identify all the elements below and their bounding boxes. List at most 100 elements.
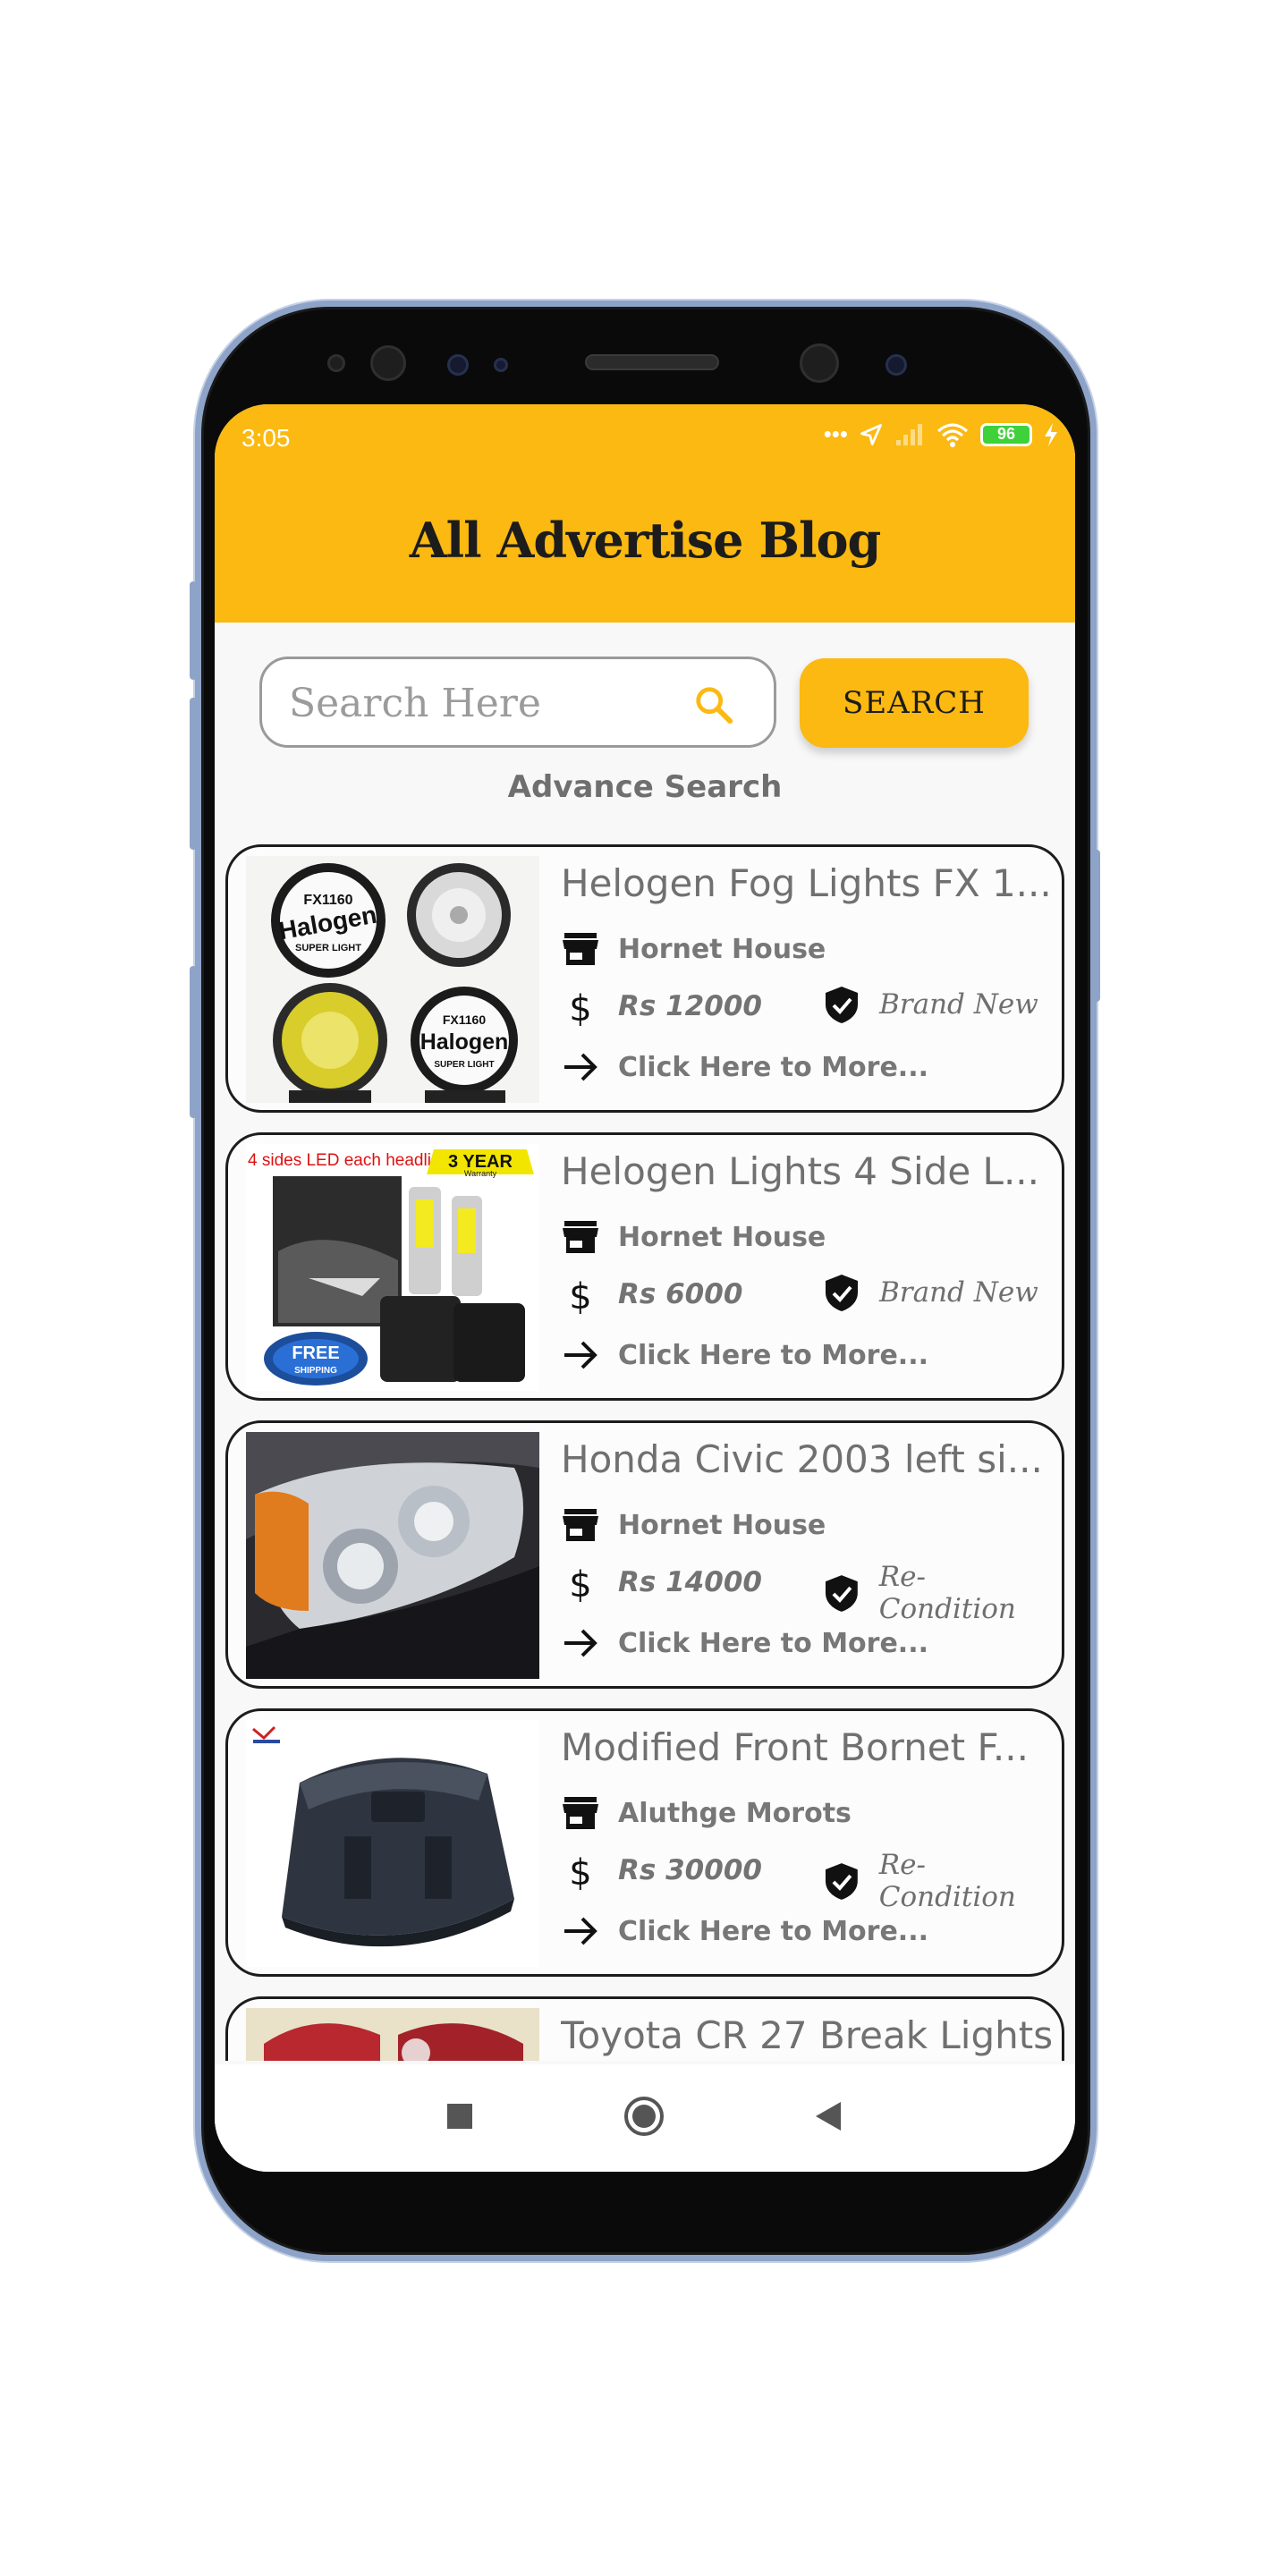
dollar-icon: $ (569, 1852, 591, 1890)
dollar-icon: $ (569, 1564, 591, 1602)
advance-search-link[interactable]: Advance Search (215, 769, 1075, 805)
search-icon[interactable] (693, 684, 734, 725)
phone-side-button (190, 966, 197, 1118)
more-link[interactable]: Click Here to More... (618, 1052, 928, 1083)
ad-card[interactable]: 4 sides LED each headlight 3 YEAR Warran… (225, 1132, 1064, 1401)
arrow-right-icon (564, 1341, 597, 1369)
price-row: $ Rs 14000 (561, 1563, 762, 1602)
ad-condition: Re-Condition (878, 1561, 1016, 1625)
svg-text:$: $ (569, 1852, 591, 1890)
square-recents-icon[interactable] (433, 2089, 487, 2143)
arrow-right-icon (564, 1917, 597, 1945)
ad-card[interactable]: Toyota CR 27 Break Lights (225, 1996, 1064, 2061)
shop-name: Hornet House (618, 1509, 826, 1541)
more-link[interactable]: Click Here to More... (618, 1628, 928, 1659)
svg-text:$: $ (569, 1564, 591, 1602)
page-title: All Advertise Blog (409, 512, 882, 569)
more-link[interactable]: Click Here to More... (618, 1340, 928, 1371)
thumb-text: FX1160 (443, 1013, 486, 1027)
dollar-icon: $ (569, 988, 591, 1026)
ad-title[interactable]: Helogen Fog Lights FX 1... (561, 861, 1051, 905)
phone-sensor (327, 354, 345, 372)
ad-price: Rs 14000 (618, 1566, 762, 1598)
phone-sensor (886, 354, 907, 376)
condition-row: Brand New (822, 985, 1038, 1024)
wifi-icon (936, 422, 969, 447)
arrow-right-icon (564, 1053, 597, 1081)
ad-condition: Brand New (879, 988, 1038, 1021)
thumb-text: Warranty (464, 1169, 497, 1178)
ad-thumbnail (246, 1432, 539, 1679)
ad-condition: Brand New (879, 1276, 1038, 1309)
more-link[interactable]: Click Here to More... (618, 1916, 928, 1947)
ad-title[interactable]: Honda Civic 2003 left si... (561, 1437, 1051, 1481)
signal-icon (896, 423, 922, 445)
shop-name: Hornet House (618, 933, 826, 965)
price-row: $ Rs 12000 (561, 987, 762, 1026)
thumb-text: FREE (292, 1343, 339, 1363)
condition-row: Brand New (822, 1273, 1038, 1312)
charging-bolt-icon (1045, 422, 1057, 446)
ad-thumbnail: FX1160 Halogen SUPER LIGHT FX1160 Haloge… (246, 856, 539, 1103)
ad-title[interactable]: Modified Front Bornet F... (561, 1725, 1051, 1769)
ad-card[interactable]: Honda Civic 2003 left si... Hornet House… (225, 1420, 1064, 1689)
dollar-icon: $ (569, 1276, 591, 1314)
store-icon (563, 933, 598, 965)
condition-row: Re-Condition (822, 1849, 1062, 1913)
svg-text:$: $ (569, 988, 591, 1026)
ad-card[interactable]: FX1160 Halogen SUPER LIGHT FX1160 Haloge… (225, 844, 1064, 1113)
phone-sensor (447, 354, 469, 376)
ad-price: Rs 12000 (618, 990, 762, 1022)
condition-row: Re-Condition (822, 1561, 1062, 1625)
store-icon (563, 1509, 598, 1541)
shop-name: Aluthge Morots (618, 1797, 852, 1829)
thumb-text: Halogen (420, 1030, 509, 1055)
ad-thumbnail: 4 sides LED each headlight 3 YEAR Warran… (246, 1144, 539, 1391)
ad-list[interactable]: FX1160 Halogen SUPER LIGHT FX1160 Haloge… (225, 844, 1064, 2061)
ad-thumbnail (246, 1720, 539, 1967)
shop-row: Aluthge Morots (561, 1793, 852, 1833)
status-icons: ••• 96 (824, 420, 1059, 448)
battery-icon: 96 (980, 422, 1032, 446)
app-bar: 3:05 ••• 96 All Advertise Blog (215, 404, 1075, 623)
ad-title[interactable]: Toyota CR 27 Break Lights (561, 2013, 1051, 2057)
store-icon (563, 1221, 598, 1253)
search-box[interactable] (259, 657, 776, 748)
ad-card[interactable]: Modified Front Bornet F... Aluthge Morot… (225, 1708, 1064, 1977)
ad-condition: Re-Condition (878, 1849, 1016, 1913)
app-screen: 3:05 ••• 96 All Advertise Blog SEARCH Ad… (215, 404, 1075, 2172)
ad-title[interactable]: Helogen Lights 4 Side L... (561, 1149, 1051, 1193)
ad-price: Rs 6000 (618, 1278, 743, 1310)
phone-sensor (494, 358, 508, 372)
thumb-text: SUPER LIGHT (434, 1060, 494, 1070)
shop-row: Hornet House (561, 1217, 826, 1257)
more-row[interactable]: Click Here to More... (561, 1623, 928, 1663)
ad-price: Rs 30000 (618, 1854, 762, 1886)
phone-earpiece (585, 354, 719, 370)
status-time: 3:05 (242, 424, 291, 452)
shop-row: Hornet House (561, 929, 826, 969)
price-row: $ Rs 6000 (561, 1275, 742, 1314)
front-camera (800, 343, 839, 383)
search-button[interactable]: SEARCH (800, 658, 1029, 748)
store-icon (563, 1797, 598, 1829)
phone-side-button (190, 581, 197, 680)
phone-power-button (1093, 850, 1100, 1002)
thumb-text: 4 sides LED each headlight (248, 1151, 455, 1170)
phone-sensor (370, 345, 406, 381)
circle-home-icon[interactable] (617, 2089, 671, 2143)
verified-shield-icon (825, 1575, 858, 1612)
thumb-text: SHIPPING (294, 1366, 337, 1376)
more-row[interactable]: Click Here to More... (561, 1911, 928, 1951)
more-row[interactable]: Click Here to More... (561, 1335, 928, 1375)
system-nav-bar (215, 2064, 1075, 2172)
more-dots-icon: ••• (823, 420, 848, 447)
shop-row: Hornet House (561, 1505, 826, 1545)
search-input[interactable] (289, 675, 682, 731)
svg-text:$: $ (569, 1276, 591, 1314)
verified-shield-icon (825, 1863, 858, 1900)
price-row: $ Rs 30000 (561, 1851, 762, 1890)
phone-side-button (190, 698, 197, 850)
more-row[interactable]: Click Here to More... (561, 1047, 928, 1087)
triangle-back-icon[interactable] (801, 2089, 855, 2143)
